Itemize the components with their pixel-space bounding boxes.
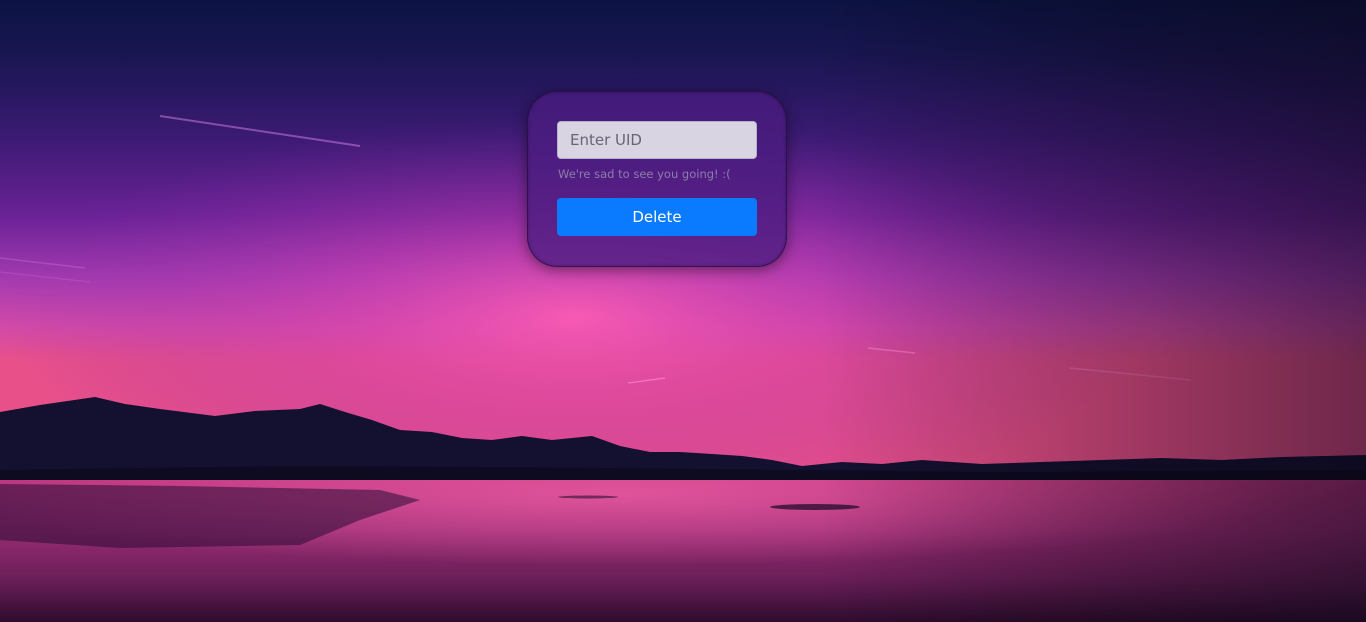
delete-button[interactable]: Delete <box>557 198 757 236</box>
farewell-message: We're sad to see you going! :( <box>558 167 731 181</box>
page: We're sad to see you going! :( Delete <box>0 0 1366 622</box>
uid-input[interactable] <box>557 121 757 159</box>
delete-account-card: We're sad to see you going! :( Delete <box>527 91 787 267</box>
